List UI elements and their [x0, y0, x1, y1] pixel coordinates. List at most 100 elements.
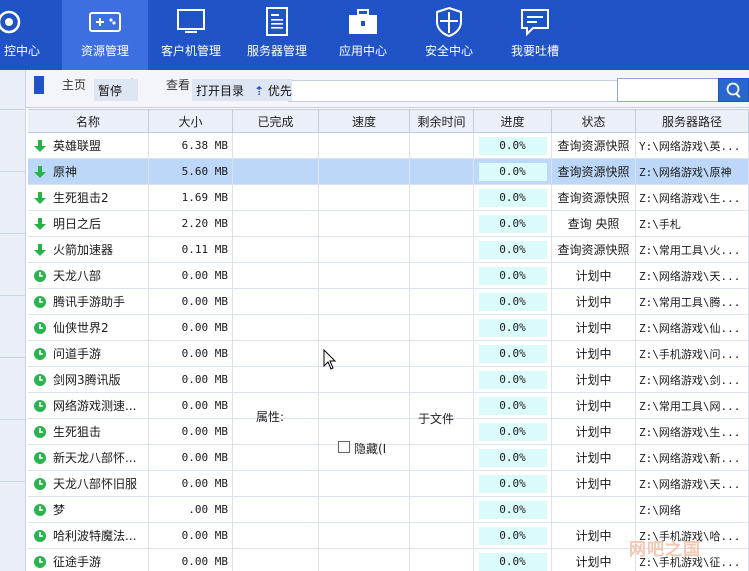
cell-completed — [233, 263, 319, 288]
progress-box: 0.0% — [478, 526, 547, 545]
table-row[interactable]: 原神 5.60 MB 0.0% 查询资源快照 Z:\网络游戏\原神 — [28, 159, 749, 185]
col-header-name[interactable]: 名称 — [28, 110, 149, 132]
cell-completed — [233, 315, 319, 340]
ghost-hidden-label: 隐藏(I — [354, 442, 387, 456]
clock-icon — [34, 503, 46, 516]
col-header-server-path[interactable]: 服务器路径 — [636, 110, 749, 132]
table-row[interactable]: 生死狙击 0.00 MB 0.0% 计划中 Z:\网络游戏\生... — [28, 419, 749, 445]
left-sidebar — [0, 70, 26, 571]
cell-remaining — [410, 263, 474, 288]
row-name: 网络游戏测速... — [53, 399, 137, 413]
cell-server-path: Z:\手机游戏\问... — [636, 341, 749, 366]
nav-app-center[interactable]: 应用中心 — [320, 0, 406, 70]
progress-box: 0.0% — [478, 422, 547, 441]
nav-resource-management[interactable]: 资源管理 — [62, 0, 148, 70]
col-header-remaining[interactable]: 剩余时间 — [410, 110, 474, 132]
pause-button[interactable]: 暂停 — [94, 79, 138, 101]
cell-name: 天龙八部怀旧服 — [28, 471, 149, 496]
table-row[interactable]: 剑网3腾讯版 0.00 MB 0.0% 计划中 Z:\网络游戏\剑... — [28, 367, 749, 393]
cell-status: 计划中 — [552, 341, 636, 366]
row-name: 生死狙击2 — [53, 191, 109, 205]
col-header-size[interactable]: 大小 — [149, 110, 233, 132]
cell-status: 计划中 — [552, 523, 636, 548]
col-header-speed[interactable]: 速度 — [319, 110, 410, 132]
cell-name: 剑网3腾讯版 — [28, 367, 149, 392]
left-sidebar-row[interactable] — [0, 234, 25, 296]
row-name: 腾讯手游助手 — [53, 295, 126, 309]
left-sidebar-row[interactable] — [0, 358, 25, 420]
table-row[interactable]: 天龙八部 0.00 MB 0.0% 计划中 Z:\网络游戏\天... — [28, 263, 749, 289]
cell-status — [552, 497, 636, 522]
cell-completed — [233, 549, 319, 571]
view-tab[interactable]: 查看 — [166, 76, 190, 93]
table-row[interactable]: 英雄联盟 6.38 MB 0.0% 查询资源快照 Y:\网络游戏\英... — [28, 133, 749, 159]
left-sidebar-row[interactable] — [0, 70, 25, 110]
nav-label: 安全中心 — [424, 44, 473, 58]
cell-server-path: Z:\常用工具\腾... — [636, 289, 749, 314]
cell-name: 网络游戏测速... — [28, 393, 149, 418]
cell-name: 仙侠世界2 — [28, 315, 149, 340]
cell-server-path: Z:\网络 — [636, 497, 749, 522]
table-row[interactable]: 天龙八部怀旧服 0.00 MB 0.0% 计划中 Z:\网络游戏\天... — [28, 471, 749, 497]
cell-size: 0.00 MB — [149, 549, 233, 571]
nav-security-center[interactable]: 安全中心 — [406, 0, 492, 70]
cell-name: 腾讯手游助手 — [28, 289, 149, 314]
nav-client-management[interactable]: 客户机管理 — [148, 0, 234, 70]
hidden-checkbox[interactable] — [338, 441, 350, 453]
cell-server-path: Z:\手札 — [636, 211, 749, 236]
cell-remaining — [410, 289, 474, 314]
clock-icon — [34, 451, 46, 464]
row-name: 新天龙八部怀... — [53, 451, 137, 465]
cell-server-path: Z:\常用工具\网... — [636, 393, 749, 418]
cell-name: 问道手游 — [28, 341, 149, 366]
row-name: 征途手游 — [53, 555, 102, 569]
row-name: 剑网3腾讯版 — [53, 373, 121, 387]
table-row[interactable]: 问道手游 0.00 MB 0.0% 计划中 Z:\手机游戏\问... — [28, 341, 749, 367]
progress-box: 0.0% — [478, 552, 547, 571]
table-body: 英雄联盟 6.38 MB 0.0% 查询资源快照 Y:\网络游戏\英... 原神 5.60 … — [28, 133, 749, 571]
left-sidebar-row[interactable] — [0, 172, 25, 234]
table-row[interactable]: 仙侠世界2 0.00 MB 0.0% 计划中 Z:\网络游戏\仙... — [28, 315, 749, 341]
col-header-completed[interactable]: 已完成 — [233, 110, 319, 132]
table-row[interactable]: 新天龙八部怀... 0.00 MB 0.0% 计划中 Z:\网络游戏\新... — [28, 445, 749, 471]
cell-name: 新天龙八部怀... — [28, 445, 149, 470]
col-header-status[interactable]: 状态 — [552, 110, 636, 132]
cell-size: 0.00 MB — [149, 315, 233, 340]
cell-progress: 0.0% — [474, 211, 552, 236]
left-sidebar-row[interactable] — [0, 420, 25, 482]
cell-size: 0.11 MB — [149, 237, 233, 262]
cell-remaining — [410, 211, 474, 236]
col-header-progress[interactable]: 进度 — [474, 110, 552, 132]
nav-feedback[interactable]: 我要吐槽 — [492, 0, 578, 70]
progress-box: 0.0% — [478, 188, 547, 207]
ghost-attr-label: 属性: — [256, 410, 285, 424]
cell-completed — [233, 185, 319, 210]
nav-server-management[interactable]: 服务器管理 — [234, 0, 320, 70]
search-button[interactable] — [718, 78, 749, 102]
progress-box: 0.0% — [478, 474, 547, 493]
table-row[interactable]: 腾讯手游助手 0.00 MB 0.0% 计划中 Z:\常用工具\腾... — [28, 289, 749, 315]
nav-monitor-center[interactable]: 控中心 — [0, 0, 62, 70]
address-bar[interactable] — [288, 80, 642, 102]
table-row[interactable]: 火箭加速器 0.11 MB 0.0% 查询资源快照 Z:\常用工具\火... — [28, 237, 749, 263]
nav-label: 我要吐槽 — [510, 44, 559, 58]
table-row[interactable]: 生死狙击2 1.69 MB 0.0% 查询资源快照 Z:\网络游戏\生... — [28, 185, 749, 211]
table-row[interactable]: 网络游戏测速... 0.00 MB 0.0% 计划中 Z:\常用工具\网... — [28, 393, 749, 419]
cell-remaining — [410, 341, 474, 366]
search-input[interactable] — [617, 78, 719, 102]
cell-speed — [319, 211, 410, 236]
ghost-file-label: 于文件 — [418, 412, 455, 426]
progress-box: 0.0% — [478, 318, 547, 337]
clock-icon — [34, 321, 46, 334]
table-row[interactable]: 明日之后 2.20 MB 0.0% 查询 央照 Z:\手札 — [28, 211, 749, 237]
left-sidebar-row[interactable] — [0, 110, 25, 172]
progress-box: 0.0% — [478, 396, 547, 415]
table-row[interactable]: 梦 .00 MB 0.0% Z:\网络 — [28, 497, 749, 523]
progress-box: 0.0% — [478, 240, 547, 259]
cell-remaining — [410, 185, 474, 210]
left-sidebar-row[interactable] — [0, 296, 25, 358]
cell-name: 火箭加速器 — [28, 237, 149, 262]
priority-button[interactable]: ⇡ 优先 — [254, 82, 292, 99]
cell-server-path: Z:\常用工具\火... — [636, 237, 749, 262]
home-tab[interactable]: 主页 — [62, 76, 86, 93]
